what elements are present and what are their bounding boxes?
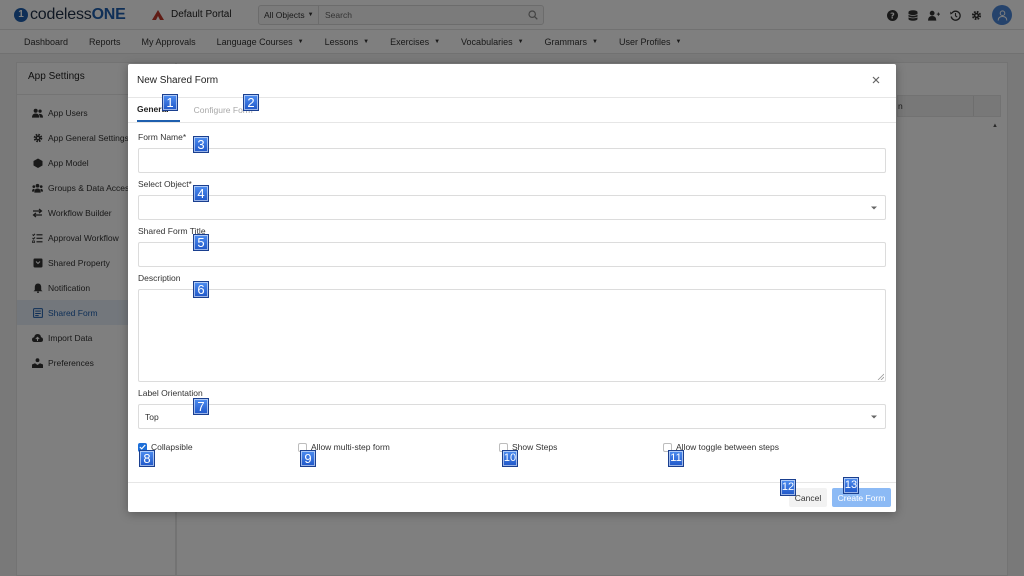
select-object-dropdown[interactable] — [138, 195, 886, 220]
shared-form-title-group: Shared Form Title — [138, 226, 886, 267]
shared-form-title-input[interactable] — [138, 242, 886, 267]
form-name-input[interactable] — [138, 148, 886, 173]
show-steps-label: Show Steps — [512, 442, 558, 452]
select-object-group: Select Object* — [138, 179, 886, 220]
annotation-marker-4: 4 — [193, 185, 209, 202]
annotation-marker-1: 1 — [162, 94, 178, 111]
chevron-down-icon — [871, 206, 877, 210]
description-wrapper — [138, 289, 886, 382]
form-name-label: Form Name* — [138, 132, 187, 142]
annotation-marker-10: 10 — [502, 450, 518, 467]
chevron-down-icon — [871, 415, 877, 419]
form-name-group: Form Name* — [138, 132, 886, 173]
allow-toggle-steps-label: Allow toggle between steps — [676, 442, 780, 452]
annotation-marker-6: 6 — [193, 281, 209, 298]
label-orientation-label: Label Orientation — [138, 388, 203, 398]
close-icon[interactable] — [870, 74, 882, 86]
create-form-button[interactable]: Create Form — [832, 488, 891, 507]
label-orientation-dropdown[interactable]: Top — [138, 404, 886, 429]
allow-multi-step-label: Allow multi-step form — [311, 442, 390, 452]
annotation-marker-11: 11 — [668, 450, 684, 467]
annotation-marker-5: 5 — [193, 234, 209, 251]
resize-grip-icon[interactable] — [877, 373, 884, 380]
annotation-marker-12: 12 — [780, 479, 796, 496]
shared-form-title-label: Shared Form Title — [138, 226, 206, 236]
description-textarea[interactable] — [138, 289, 886, 382]
annotation-marker-13: 13 — [843, 477, 859, 494]
description-group: Description — [138, 273, 886, 382]
new-shared-form-dialog: New Shared Form General Configure Form F… — [128, 64, 896, 512]
description-label: Description — [138, 273, 181, 283]
label-orientation-group: Label Orientation Top — [138, 388, 886, 429]
modal-header: New Shared Form — [128, 64, 896, 98]
annotation-marker-2: 2 — [243, 94, 259, 111]
select-object-label: Select Object* — [138, 179, 192, 189]
collapsible-label: Collapsible — [151, 442, 193, 452]
modal-title: New Shared Form — [137, 75, 219, 86]
annotation-marker-7: 7 — [193, 398, 209, 415]
label-orientation-value: Top — [145, 411, 159, 422]
annotation-marker-3: 3 — [193, 136, 209, 153]
annotation-marker-8: 8 — [139, 450, 155, 467]
annotation-marker-9: 9 — [300, 450, 316, 467]
